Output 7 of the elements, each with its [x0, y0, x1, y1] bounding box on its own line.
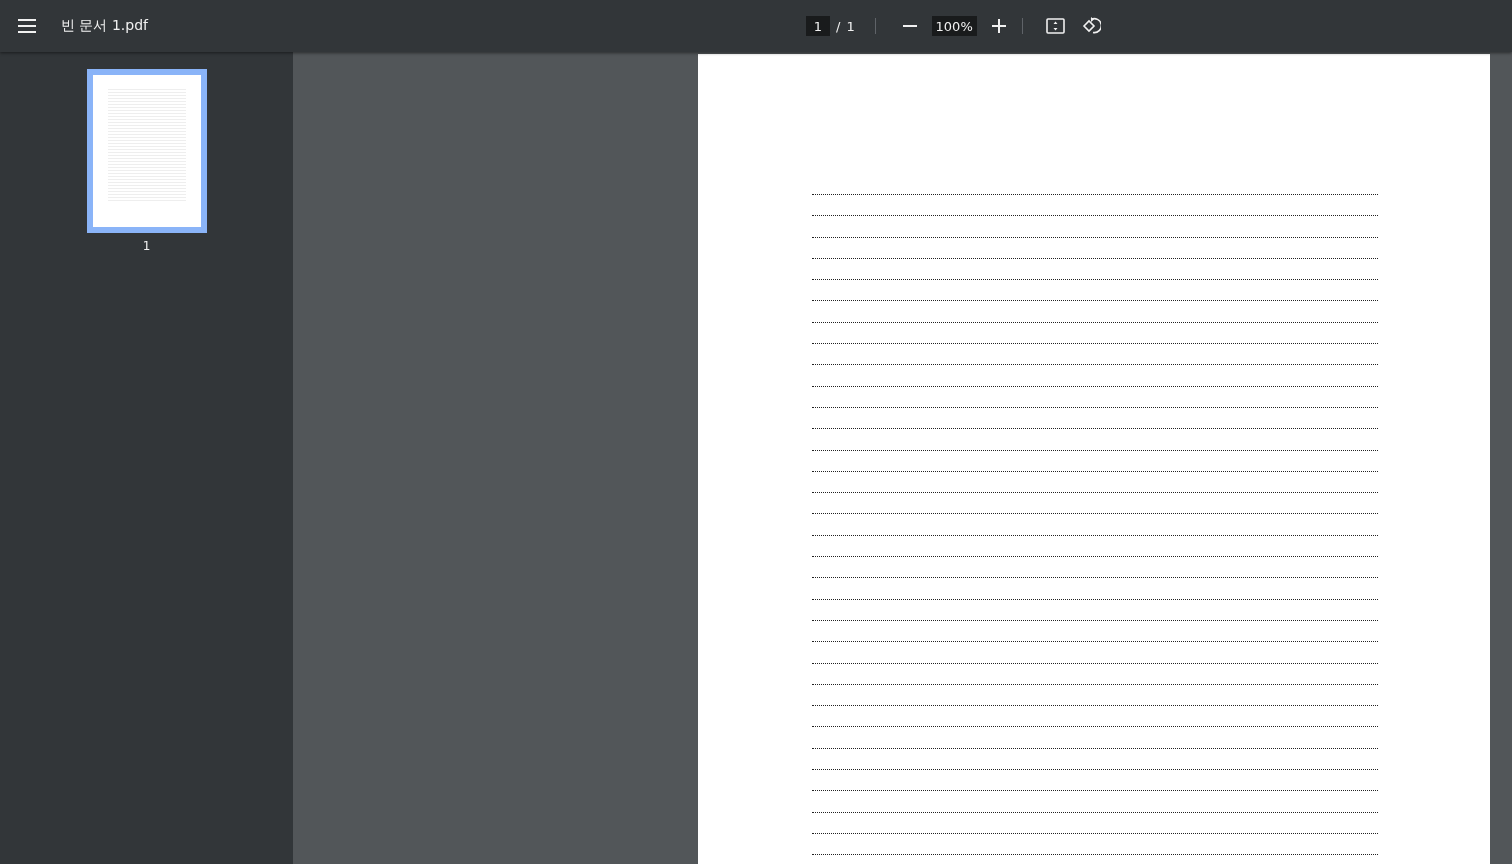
- document-title: 빈 문서 1.pdf: [61, 17, 148, 35]
- page-separator: /: [836, 18, 841, 34]
- page-count: 1: [846, 18, 855, 34]
- page-number-field[interactable]: 1: [806, 16, 830, 36]
- thumbnail-label: 1: [142, 239, 151, 253]
- zoom-field[interactable]: 100%: [931, 16, 977, 36]
- page-thumbnail[interactable]: [86, 69, 207, 233]
